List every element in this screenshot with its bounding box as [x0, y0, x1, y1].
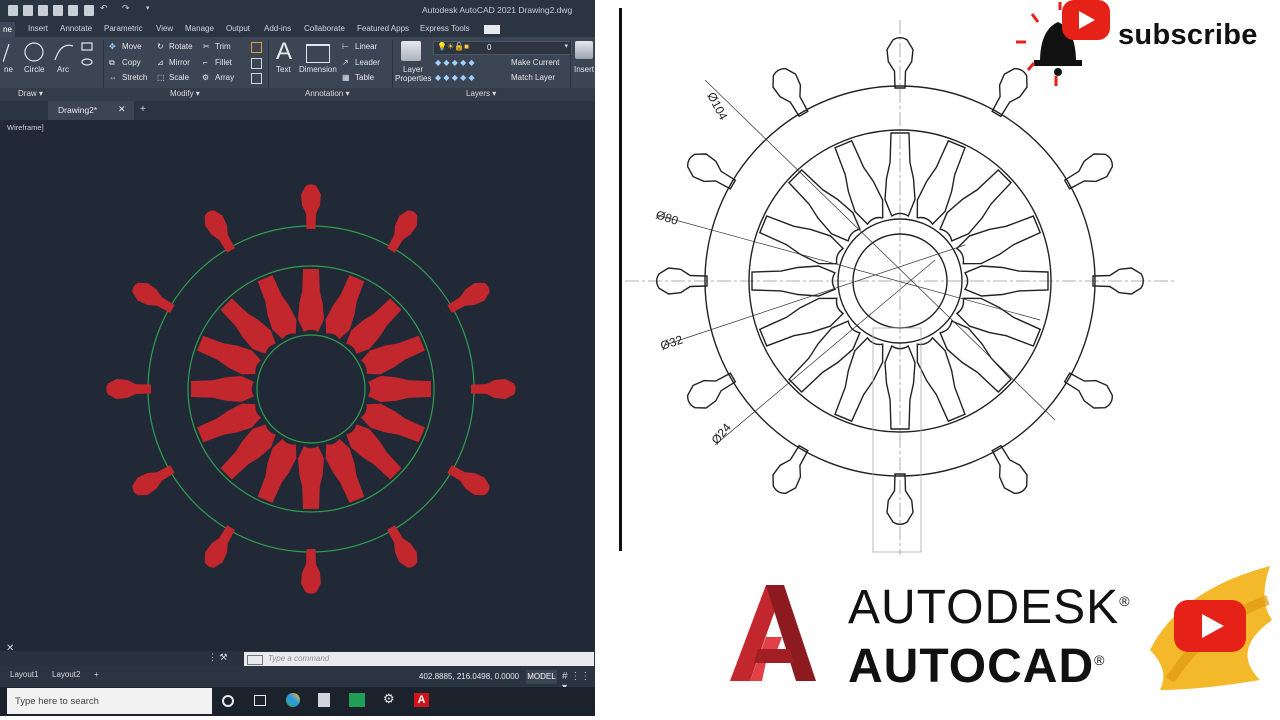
inner-spoke	[758, 297, 845, 347]
brand-autodesk-text: AUTODESK	[848, 581, 1120, 634]
dim-80-leader	[656, 214, 1041, 321]
spreadsheet-app-icon[interactable]	[349, 693, 365, 707]
cad-wheel-drawing	[106, 184, 516, 594]
brand-line-autodesk: AUTODESK®	[848, 580, 1131, 635]
outer-handle-spoke	[106, 379, 151, 399]
brand-line-autocad: AUTOCAD®	[848, 639, 1105, 694]
outer-handle	[772, 67, 809, 118]
taskbar-search-box[interactable]: Type here to search	[7, 688, 212, 714]
outer-handle	[772, 444, 809, 495]
registered-mark: ®	[1119, 593, 1131, 609]
add-layout-icon[interactable]: +	[94, 670, 99, 679]
outer-handle-spoke	[387, 525, 418, 568]
settings-gear-icon[interactable]: ⚙	[383, 691, 397, 706]
outer-handle	[1063, 372, 1114, 409]
autocad-taskbar-icon[interactable]: A	[414, 693, 429, 707]
hub-circle	[256, 334, 366, 444]
dim-80-label: Ø80	[654, 208, 680, 228]
cursor-coordinates: 402.8885, 216.0498, 0.0000	[419, 672, 520, 681]
wrench-icon[interactable]: ⋮ ⚒	[208, 652, 228, 663]
inner-spoke	[834, 336, 884, 423]
outer-handle-spoke	[132, 282, 175, 313]
layout2-tab[interactable]: Layout2	[52, 670, 80, 679]
inner-spoke	[368, 376, 431, 402]
inner-spoke	[834, 139, 884, 226]
command-input[interactable]: Type a command	[244, 652, 594, 666]
autocad-window: ↶ ↷ ▾ Autodesk AutoCAD 2021 Drawing2.dwg…	[0, 0, 595, 716]
subscribe-bell-graphic	[1016, 0, 1110, 86]
outer-handle-spoke	[471, 379, 516, 399]
taskbar-search-placeholder: Type here to search	[15, 696, 99, 707]
outer-handle-spoke	[132, 465, 175, 496]
cortana-icon[interactable]	[222, 695, 234, 707]
browser-icon[interactable]	[286, 693, 300, 707]
autocad-logo-icon	[730, 585, 816, 681]
inner-spoke	[955, 215, 1042, 265]
outer-handle-spoke	[447, 282, 490, 313]
inner-spoke	[916, 336, 966, 423]
dimension-labels: Ø104 Ø80 Ø32 Ø24	[654, 90, 734, 447]
youtube-icon	[1062, 0, 1110, 40]
dim-24-label: Ø24	[709, 420, 735, 447]
outer-handle-spoke	[387, 210, 418, 253]
divider-line	[619, 8, 622, 551]
inner-spoke	[298, 269, 324, 332]
dim-32-label: Ø32	[659, 332, 685, 352]
inner-spoke	[916, 139, 966, 226]
inner-spoke	[298, 446, 324, 509]
outer-handle	[686, 372, 737, 409]
inner-spoke	[939, 320, 1012, 393]
dim-32-leader	[664, 244, 966, 346]
inner-spoke	[758, 215, 845, 265]
calculator-icon[interactable]	[318, 693, 330, 707]
outer-handle-spoke	[447, 465, 490, 496]
registered-mark-2: ®	[1094, 652, 1106, 668]
outer-handle	[686, 153, 737, 190]
outer-handle-spoke	[204, 210, 235, 253]
task-view-icon[interactable]	[254, 695, 266, 706]
technical-drawing: Ø104 Ø80 Ø32 Ø24	[625, 20, 1175, 555]
inner-spoke	[955, 297, 1042, 347]
outer-handle-spoke	[204, 525, 235, 568]
subscribe-text[interactable]: subscribe	[1118, 19, 1258, 52]
inner-spoke	[191, 376, 254, 402]
gold-brush-youtube-graphic	[1150, 566, 1272, 690]
dim-104-label: Ø104	[704, 90, 730, 123]
outer-handle-spoke	[301, 549, 321, 594]
detail-box	[872, 327, 922, 553]
model-space-button[interactable]: MODEL	[526, 670, 557, 684]
inner-spoke	[939, 169, 1012, 242]
dim-24-leader	[714, 259, 936, 446]
command-placeholder: Type a command	[268, 654, 330, 663]
outer-handle-spoke	[301, 184, 321, 229]
brand-autocad-text: AUTOCAD	[848, 640, 1095, 693]
outer-handle	[991, 444, 1028, 495]
layout1-tab[interactable]: Layout1	[10, 670, 38, 679]
youtube-play-icon	[1174, 600, 1246, 652]
inner-spoke	[788, 169, 861, 242]
command-prompt-icon	[247, 655, 263, 665]
outer-handle	[1063, 153, 1114, 190]
